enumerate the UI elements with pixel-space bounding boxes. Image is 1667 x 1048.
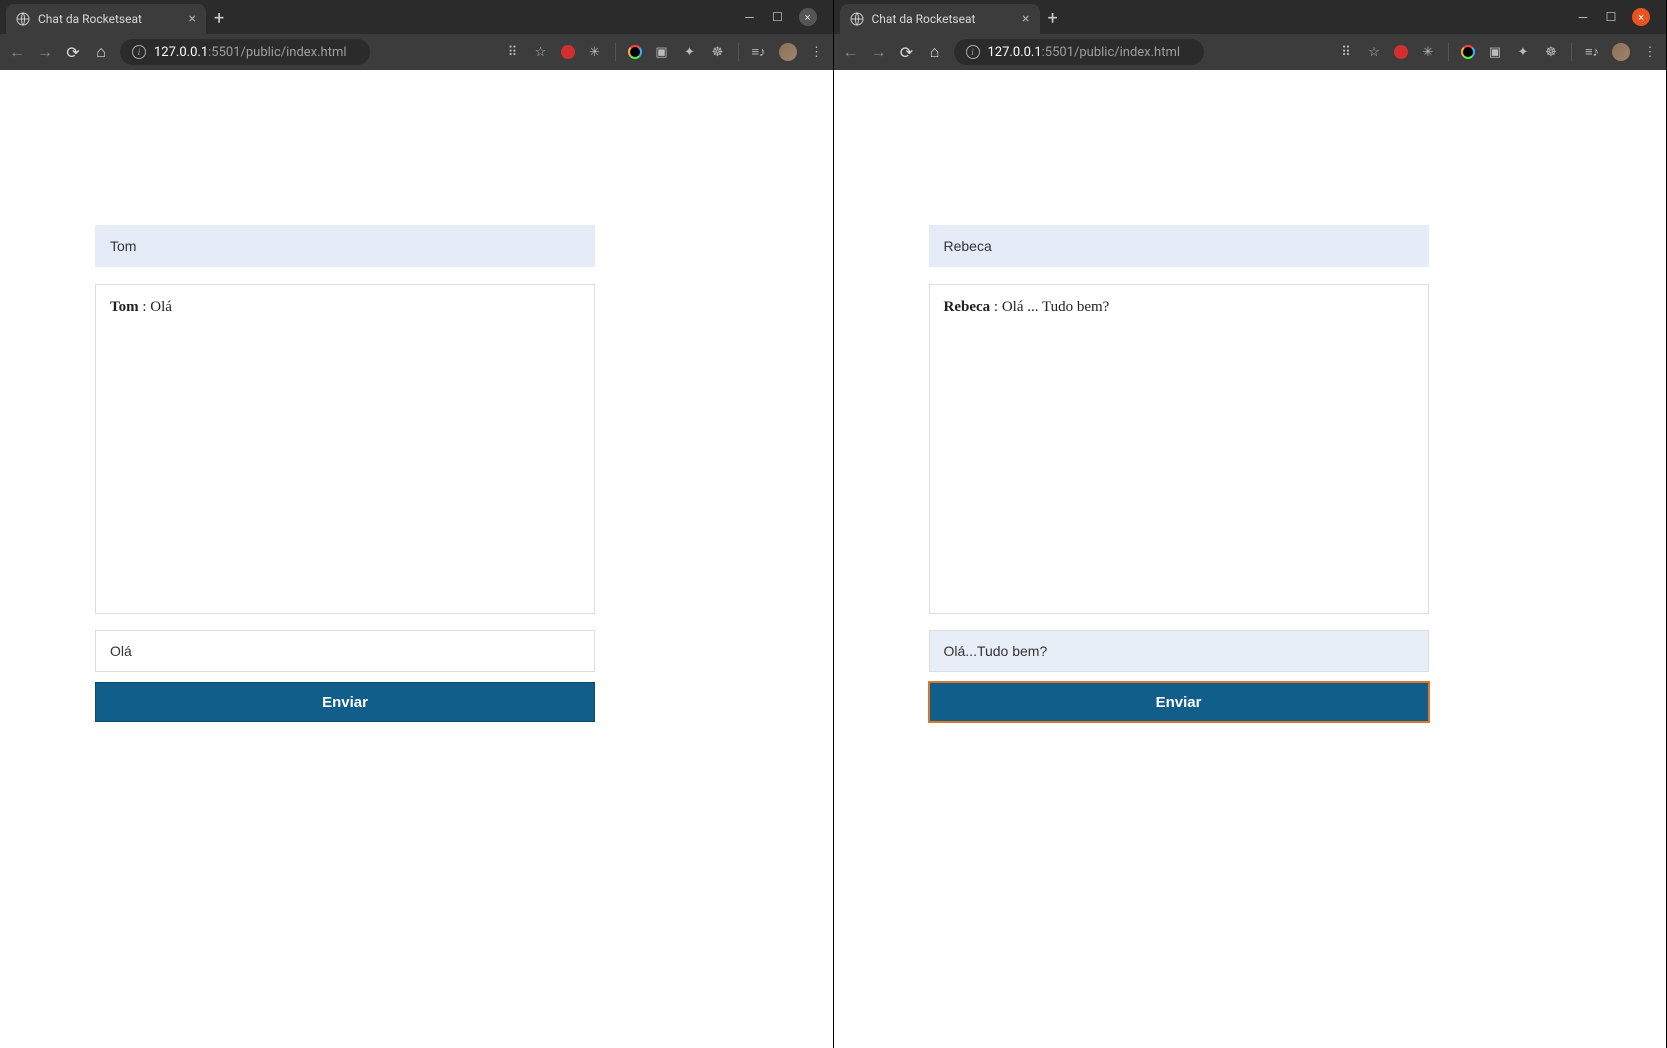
page-content: Tom : Olá Enviar — [0, 70, 833, 1048]
message-author: Rebeca — [944, 299, 991, 315]
maximize-icon[interactable]: ☐ — [771, 10, 785, 24]
extension-icons: ⠿ ☆ ✳ ▣ ✦ ☸ ≡♪ ⋮ — [505, 43, 825, 61]
message-text: Olá — [150, 299, 172, 315]
titlebar: Chat da Rocketseat × + ─ ☐ × — [0, 0, 833, 34]
extension-icons: ⠿ ☆ ✳ ▣ ✦ ☸ ≡♪ ⋮ — [1338, 43, 1658, 61]
send-button[interactable]: Enviar — [95, 682, 595, 722]
username-input[interactable] — [929, 225, 1429, 267]
chat-container: Rebeca : Olá ... Tudo bem? Enviar — [929, 225, 1429, 722]
back-icon[interactable]: ← — [842, 42, 860, 62]
home-icon[interactable]: ⌂ — [92, 42, 110, 62]
close-icon[interactable]: × — [189, 12, 196, 26]
messages-box: Tom : Olá — [95, 284, 595, 614]
extension-icon[interactable]: ▣ — [1487, 44, 1503, 60]
message-text: Olá ... Tudo bem? — [1002, 299, 1110, 315]
minimize-icon[interactable]: ─ — [743, 10, 757, 24]
extension-icon[interactable] — [628, 45, 642, 59]
separator — [1571, 43, 1572, 61]
chat-container: Tom : Olá Enviar — [95, 225, 595, 722]
extension-icon[interactable]: ✳ — [587, 44, 603, 60]
media-icon[interactable]: ≡♪ — [1584, 44, 1600, 60]
message-input[interactable] — [929, 630, 1429, 672]
window-controls: ─ ☐ × — [733, 8, 827, 26]
tab-strip: Chat da Rocketseat × + — [840, 0, 1567, 34]
window-controls: ─ ☐ × — [1566, 8, 1660, 26]
back-icon[interactable]: ← — [8, 42, 26, 62]
username-input[interactable] — [95, 225, 595, 267]
browser-window-left: Chat da Rocketseat × + ─ ☐ × ← → ⟳ ⌂ i 1… — [0, 0, 834, 1048]
address-bar[interactable]: i 127.0.0.1:5501/public/index.html — [120, 39, 370, 65]
new-tab-button[interactable]: + — [1040, 8, 1066, 29]
extension-icon[interactable]: ✦ — [1515, 44, 1531, 60]
close-window-button[interactable]: × — [799, 8, 817, 26]
globe-icon — [850, 12, 864, 26]
info-icon: i — [132, 45, 146, 59]
tab-strip: Chat da Rocketseat × + — [6, 0, 733, 34]
message-line: Rebeca : Olá ... Tudo bem? — [944, 299, 1414, 316]
separator — [1448, 43, 1449, 61]
browser-tab[interactable]: Chat da Rocketseat × — [6, 4, 206, 34]
extension-icon[interactable]: ✳ — [1420, 44, 1436, 60]
bookmark-icon[interactable]: ☆ — [533, 44, 549, 60]
message-author: Tom — [110, 299, 139, 315]
tab-title: Chat da Rocketseat — [872, 12, 976, 26]
page-content: Rebeca : Olá ... Tudo bem? Enviar — [834, 70, 1667, 1048]
reload-icon[interactable]: ⟳ — [898, 43, 916, 62]
tab-title: Chat da Rocketseat — [38, 12, 142, 26]
extension-icon[interactable]: ✦ — [682, 44, 698, 60]
menu-icon[interactable]: ⋮ — [1642, 44, 1658, 60]
send-button[interactable]: Enviar — [929, 682, 1429, 722]
messages-box: Rebeca : Olá ... Tudo bem? — [929, 284, 1429, 614]
toolbar: ← → ⟳ ⌂ i 127.0.0.1:5501/public/index.ht… — [0, 34, 833, 70]
extension-icon[interactable]: ▣ — [654, 44, 670, 60]
info-icon: i — [966, 45, 980, 59]
message-input[interactable] — [95, 630, 595, 672]
profile-avatar[interactable] — [779, 43, 797, 61]
toolbar: ← → ⟳ ⌂ i 127.0.0.1:5501/public/index.ht… — [834, 34, 1667, 70]
browser-tab[interactable]: Chat da Rocketseat × — [840, 4, 1040, 34]
reload-icon[interactable]: ⟳ — [64, 43, 82, 62]
url-text: 127.0.0.1:5501/public/index.html — [154, 45, 347, 60]
maximize-icon[interactable]: ☐ — [1604, 10, 1618, 24]
forward-icon[interactable]: → — [870, 42, 888, 62]
address-bar[interactable]: i 127.0.0.1:5501/public/index.html — [954, 39, 1204, 65]
extension-icon[interactable]: ☸ — [710, 44, 726, 60]
media-icon[interactable]: ≡♪ — [751, 44, 767, 60]
titlebar: Chat da Rocketseat × + ─ ☐ × — [834, 0, 1667, 34]
extension-icon[interactable] — [1394, 45, 1408, 59]
profile-avatar[interactable] — [1612, 43, 1630, 61]
minimize-icon[interactable]: ─ — [1576, 10, 1590, 24]
translate-icon[interactable]: ⠿ — [1338, 44, 1354, 60]
home-icon[interactable]: ⌂ — [926, 42, 944, 62]
browser-window-right: Chat da Rocketseat × + ─ ☐ × ← → ⟳ ⌂ i 1… — [834, 0, 1667, 1048]
close-icon[interactable]: × — [1022, 12, 1029, 26]
globe-icon — [16, 12, 30, 26]
new-tab-button[interactable]: + — [206, 8, 232, 29]
url-text: 127.0.0.1:5501/public/index.html — [988, 45, 1181, 60]
forward-icon[interactable]: → — [36, 42, 54, 62]
extension-icon[interactable] — [1461, 45, 1475, 59]
separator — [738, 43, 739, 61]
extension-icon[interactable]: ☸ — [1543, 44, 1559, 60]
message-separator: : — [994, 299, 1002, 315]
message-line: Tom : Olá — [110, 299, 580, 316]
menu-icon[interactable]: ⋮ — [809, 44, 825, 60]
bookmark-icon[interactable]: ☆ — [1366, 44, 1382, 60]
separator — [615, 43, 616, 61]
close-window-button[interactable]: × — [1632, 8, 1650, 26]
extension-icon[interactable] — [561, 45, 575, 59]
translate-icon[interactable]: ⠿ — [505, 44, 521, 60]
